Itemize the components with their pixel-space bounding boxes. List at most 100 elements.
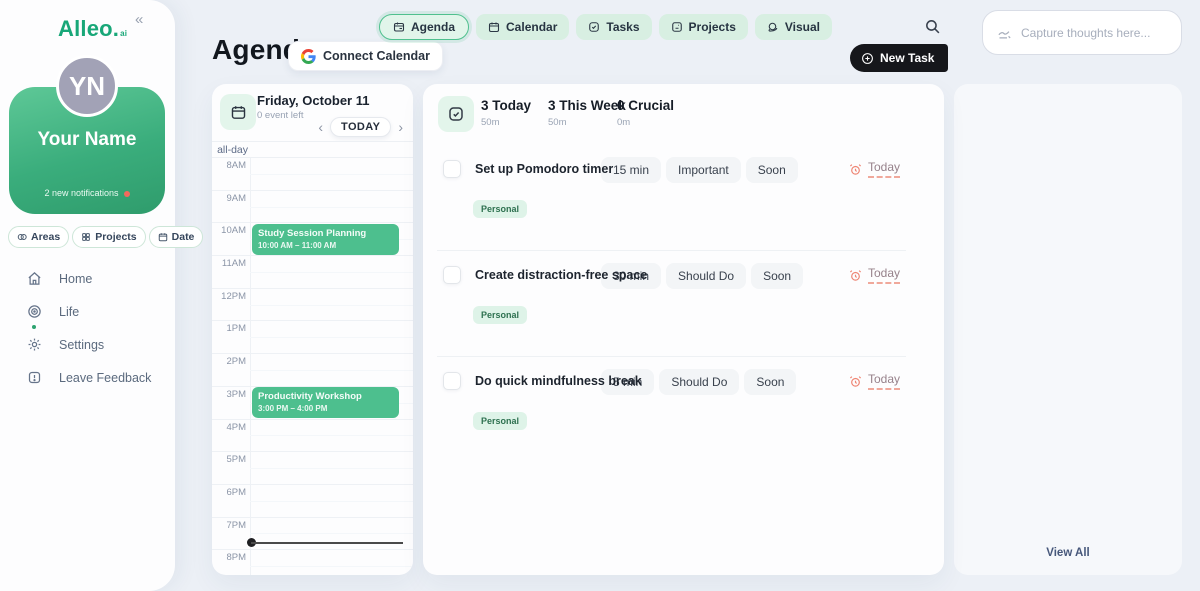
hour-row[interactable]: 6PM (212, 485, 413, 518)
hour-row[interactable]: 12PM (212, 289, 413, 322)
calendar-grid: all-day 8AM 9AM 10AM 11AM 12PM 1PM 2PM 3… (212, 141, 413, 575)
filter-pill-label: Date (172, 231, 195, 243)
google-icon (301, 49, 316, 64)
plus-circle-icon (861, 52, 874, 65)
sidebar: Alleo.ai « YN Your Name 2 new notificati… (0, 0, 175, 591)
calendar-icon (158, 232, 168, 242)
all-day-label: all-day (212, 144, 248, 156)
sidebar-menu: Home Life Settings Leave Feedback (0, 262, 175, 394)
sidebar-filter-row: Areas Projects Date (8, 226, 203, 248)
notification-dot (124, 191, 130, 197)
menu-label: Settings (59, 338, 104, 352)
connect-calendar-button[interactable]: Connect Calendar (288, 41, 443, 71)
alarm-icon (849, 163, 862, 176)
calendar-event[interactable]: Study Session Planning 10:00 AM – 11:00 … (252, 224, 399, 255)
today-button[interactable]: TODAY (330, 117, 391, 137)
tab-label: Tasks (606, 20, 639, 34)
row-divider (437, 250, 906, 251)
urgency-chip[interactable]: Soon (746, 157, 798, 183)
gear-icon (27, 337, 42, 352)
home-icon (27, 271, 42, 286)
tab-label: Calendar (506, 20, 557, 34)
task-title: Create distraction-free space (475, 268, 647, 282)
hour-row[interactable]: 7PM (212, 518, 413, 551)
search-icon[interactable] (924, 18, 941, 40)
sidebar-item-settings[interactable]: Settings (0, 328, 175, 361)
menu-label: Leave Feedback (59, 371, 151, 385)
prev-day-icon[interactable]: ‹ (318, 120, 323, 134)
filter-pill-date[interactable]: Date (149, 226, 204, 248)
menu-label: Life (59, 305, 79, 319)
task-checkbox[interactable] (443, 160, 461, 178)
calendar-panel: Friday, October 11 0 event left ‹ TODAY … (212, 84, 413, 575)
tab-calendar[interactable]: Calendar (476, 14, 569, 40)
summary-this-week[interactable]: 3 This Week 50m (548, 98, 626, 128)
capture-input[interactable] (1021, 11, 1177, 54)
hour-row[interactable]: 2PM (212, 354, 413, 387)
hour-row[interactable]: 9AM (212, 191, 413, 224)
row-divider (437, 356, 906, 357)
priority-chip[interactable]: Should Do (666, 263, 746, 289)
current-time-line (251, 542, 403, 544)
tab-projects[interactable]: Projects (659, 14, 748, 40)
sidebar-item-home[interactable]: Home (0, 262, 175, 295)
urgency-chip[interactable]: Soon (751, 263, 803, 289)
task-row: Do quick mindfulness break 5 min Should … (423, 360, 944, 462)
task-checkbox[interactable] (443, 372, 461, 390)
tag-personal[interactable]: Personal (473, 306, 527, 324)
sidebar-collapse-icon[interactable]: « (135, 11, 143, 28)
filter-pill-areas[interactable]: Areas (8, 226, 69, 248)
projects-icon (671, 21, 683, 33)
tag-personal[interactable]: Personal (473, 200, 527, 218)
hour-row[interactable]: 1PM (212, 321, 413, 354)
logo-suffix: ai (120, 29, 127, 38)
tag-personal[interactable]: Personal (473, 412, 527, 430)
task-panel: 3 Today 50m 3 This Week 50m 0 Crucial 0m… (423, 84, 944, 575)
next-day-icon[interactable]: › (398, 120, 403, 134)
sidebar-item-life[interactable]: Life (0, 295, 175, 328)
notifications-text[interactable]: 2 new notifications (9, 188, 165, 198)
life-icon (27, 304, 42, 319)
task-title: Do quick mindfulness break (475, 374, 642, 388)
filter-pill-projects[interactable]: Projects (72, 226, 145, 248)
capture-box (982, 10, 1182, 55)
tab-visual[interactable]: Visual (755, 14, 832, 40)
new-task-button[interactable]: New Task (850, 44, 948, 72)
summary-today[interactable]: 3 Today 50m (481, 98, 531, 128)
hour-row[interactable]: 5PM (212, 452, 413, 485)
areas-icon (17, 232, 27, 242)
tab-agenda[interactable]: Agenda (379, 14, 469, 40)
hour-row[interactable]: 8PM (212, 550, 413, 575)
tab-label: Visual (785, 20, 820, 34)
tasks-icon (588, 21, 600, 33)
logo-text: Alleo. (58, 16, 119, 41)
sidebar-item-leave-feedback[interactable]: Leave Feedback (0, 361, 175, 394)
avatar[interactable]: YN (56, 55, 118, 117)
calendar-event[interactable]: Productivity Workshop 3:00 PM – 4:00 PM (252, 387, 399, 418)
urgency-chip[interactable]: Soon (744, 369, 796, 395)
calendar-date-title: Friday, October 11 (257, 93, 369, 108)
priority-chip[interactable]: Should Do (659, 369, 739, 395)
task-row: Create distraction-free space 30 min Sho… (423, 254, 944, 356)
due-date[interactable]: Today (849, 266, 900, 284)
all-day-row: all-day (212, 141, 413, 158)
app-logo: Alleo.ai (58, 16, 127, 42)
task-checkbox[interactable] (443, 266, 461, 284)
due-date[interactable]: Today (849, 372, 900, 390)
calendar-events-left: 0 event left (257, 110, 303, 121)
calendar-header-icon (220, 94, 256, 130)
view-all-link[interactable]: View All (954, 547, 1182, 559)
tab-tasks[interactable]: Tasks (576, 14, 651, 40)
menu-label: Home (59, 272, 92, 286)
projects-icon (81, 232, 91, 242)
hour-row[interactable]: 11AM (212, 256, 413, 289)
connect-calendar-label: Connect Calendar (323, 49, 430, 63)
calendar-nav: ‹ TODAY › (318, 117, 403, 137)
alarm-icon (849, 375, 862, 388)
calendar-icon (488, 21, 500, 33)
priority-chip[interactable]: Important (666, 157, 741, 183)
hour-row[interactable]: 8AM (212, 158, 413, 191)
summary-crucial[interactable]: 0 Crucial 0m (617, 98, 674, 128)
due-date[interactable]: Today (849, 160, 900, 178)
hour-row[interactable]: 4PM (212, 420, 413, 453)
